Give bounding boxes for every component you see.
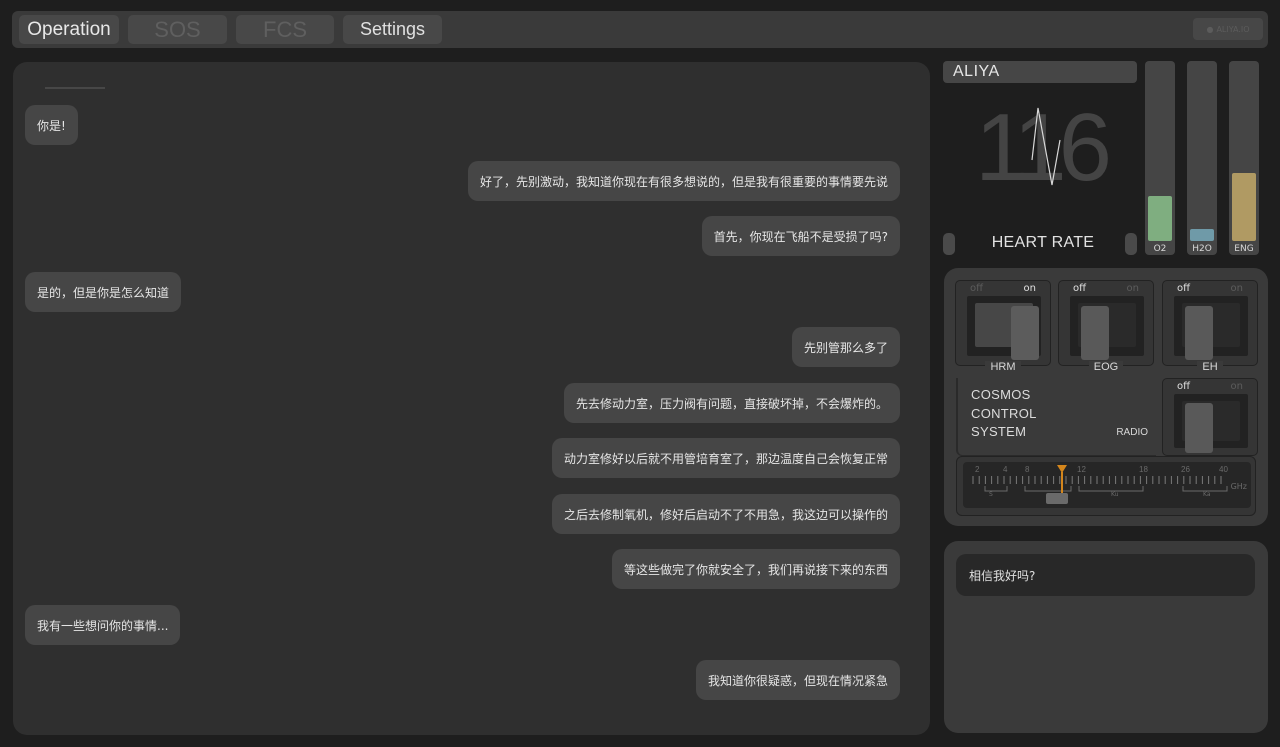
- frequency-scale: 2 4 8 12 18 26 40 GHz S Ku Ka: [963, 462, 1251, 508]
- outgoing-message: 首先，你现在飞船不是受损了吗?: [701, 216, 900, 256]
- switch-eh-knob[interactable]: [1185, 306, 1213, 360]
- hr-left-indicator: [943, 233, 955, 255]
- tab-operation[interactable]: Operation: [19, 15, 119, 44]
- user-chip-label: ALIYA.IO: [1216, 24, 1250, 34]
- gauge-h2o-fill: [1190, 229, 1214, 241]
- radio-label: RADIO: [1116, 427, 1148, 438]
- switch-hrm[interactable]: off on HRM: [955, 280, 1051, 373]
- switch-radio[interactable]: off on: [1162, 378, 1258, 456]
- tuner-needle-head: [1057, 465, 1067, 473]
- gauge-h2o: H2O: [1187, 61, 1217, 255]
- switch-eh-on-label: on: [1230, 283, 1243, 294]
- frequency-tuner[interactable]: 2 4 8 12 18 26 40 GHz S Ku Ka: [956, 456, 1256, 516]
- patient-name-bar: ALIYA: [943, 61, 1137, 83]
- outgoing-message: 好了，先别激动，我知道你现在有很多想说的，但是我有很重要的事情要先说: [467, 161, 900, 201]
- band-label: Ka: [1203, 491, 1211, 498]
- gauge-eng-fill: [1232, 173, 1256, 241]
- tab-fcs[interactable]: FCS: [236, 15, 334, 44]
- hr-right-indicator: [1125, 233, 1137, 255]
- switch-hrm-name: HRM: [985, 361, 1021, 373]
- gauge-eng: ENG: [1229, 61, 1259, 255]
- gauge-o2: O2: [1145, 61, 1175, 255]
- scroll-edge-divider: [45, 87, 105, 89]
- switch-eh-off-label: off: [1177, 283, 1191, 294]
- switch-eog-on-label: on: [1126, 283, 1139, 294]
- band-label: S: [989, 491, 993, 498]
- switch-hrm-knob[interactable]: [1011, 306, 1039, 360]
- gauge-o2-label: O2: [1153, 244, 1167, 254]
- outgoing-message: 动力室修好以后就不用管培育室了，那边温度自己会恢复正常: [551, 438, 900, 478]
- switch-eog-knob[interactable]: [1081, 306, 1109, 360]
- switch-radio-on-label: on: [1230, 381, 1243, 392]
- incoming-message: 是的，但是你是怎么知道: [25, 272, 182, 312]
- system-line-3: SYSTEM: [971, 424, 1027, 439]
- heart-pulse-trace: [1031, 107, 1061, 186]
- system-line-2: CONTROL: [971, 406, 1037, 421]
- gauge-eng-label: ENG: [1234, 244, 1254, 254]
- outgoing-message: 等这些做完了你就安全了，我们再说接下来的东西: [611, 549, 900, 589]
- outgoing-message: 之后去修制氧机，修好后启动不了不用急，我这边可以操作的: [551, 494, 900, 534]
- system-line-1: COSMOS: [971, 387, 1031, 402]
- gauge-h2o-label: H2O: [1192, 244, 1212, 254]
- band-label: Ku: [1111, 491, 1119, 498]
- reply-panel: 相信我好吗?: [944, 541, 1268, 733]
- tab-settings[interactable]: Settings: [343, 15, 442, 44]
- system-label-box: COSMOS CONTROL SYSTEM RADIO: [956, 378, 1156, 456]
- tuner-handle[interactable]: [1046, 493, 1068, 504]
- incoming-message: 我有一些想问你的事情...: [25, 605, 181, 645]
- tab-sos[interactable]: SOS: [128, 15, 227, 44]
- outgoing-message: 我知道你很疑惑，但现在情况紧急: [695, 660, 900, 700]
- switch-eog-name: EOG: [1088, 361, 1124, 373]
- switch-eog-off-label: off: [1073, 283, 1087, 294]
- top-nav-bar: Operation SOS FCS Settings ● ALIYA.IO: [12, 11, 1268, 48]
- gauge-o2-fill: [1148, 196, 1172, 241]
- outgoing-message: 先别管那么多了: [791, 327, 900, 367]
- switch-eh-name: EH: [1197, 361, 1223, 373]
- switch-radio-off-label: off: [1177, 381, 1191, 392]
- chat-panel[interactable]: 你是! 好了，先别激动，我知道你现在有很多想说的，但是我有很重要的事情要先说首先，…: [13, 62, 930, 735]
- switch-hrm-off-label: off: [970, 283, 984, 294]
- switch-eog[interactable]: off on EOG: [1058, 280, 1154, 373]
- reply-option[interactable]: 相信我好吗?: [956, 554, 1255, 596]
- user-icon: ●: [1206, 24, 1214, 34]
- heart-rate-label: HEART RATE: [991, 234, 1095, 251]
- outgoing-message: 先去修动力室，压力阀有问题，直接破坏掉，不会爆炸的。: [563, 383, 900, 423]
- switch-radio-knob[interactable]: [1185, 403, 1213, 453]
- incoming-message: 你是!: [25, 105, 78, 145]
- user-chip[interactable]: ● ALIYA.IO: [1193, 18, 1263, 40]
- tuner-ticks: S Ku Ka: [972, 465, 1228, 502]
- switch-hrm-on-label: on: [1023, 283, 1036, 294]
- switch-eh[interactable]: off on EH: [1162, 280, 1258, 373]
